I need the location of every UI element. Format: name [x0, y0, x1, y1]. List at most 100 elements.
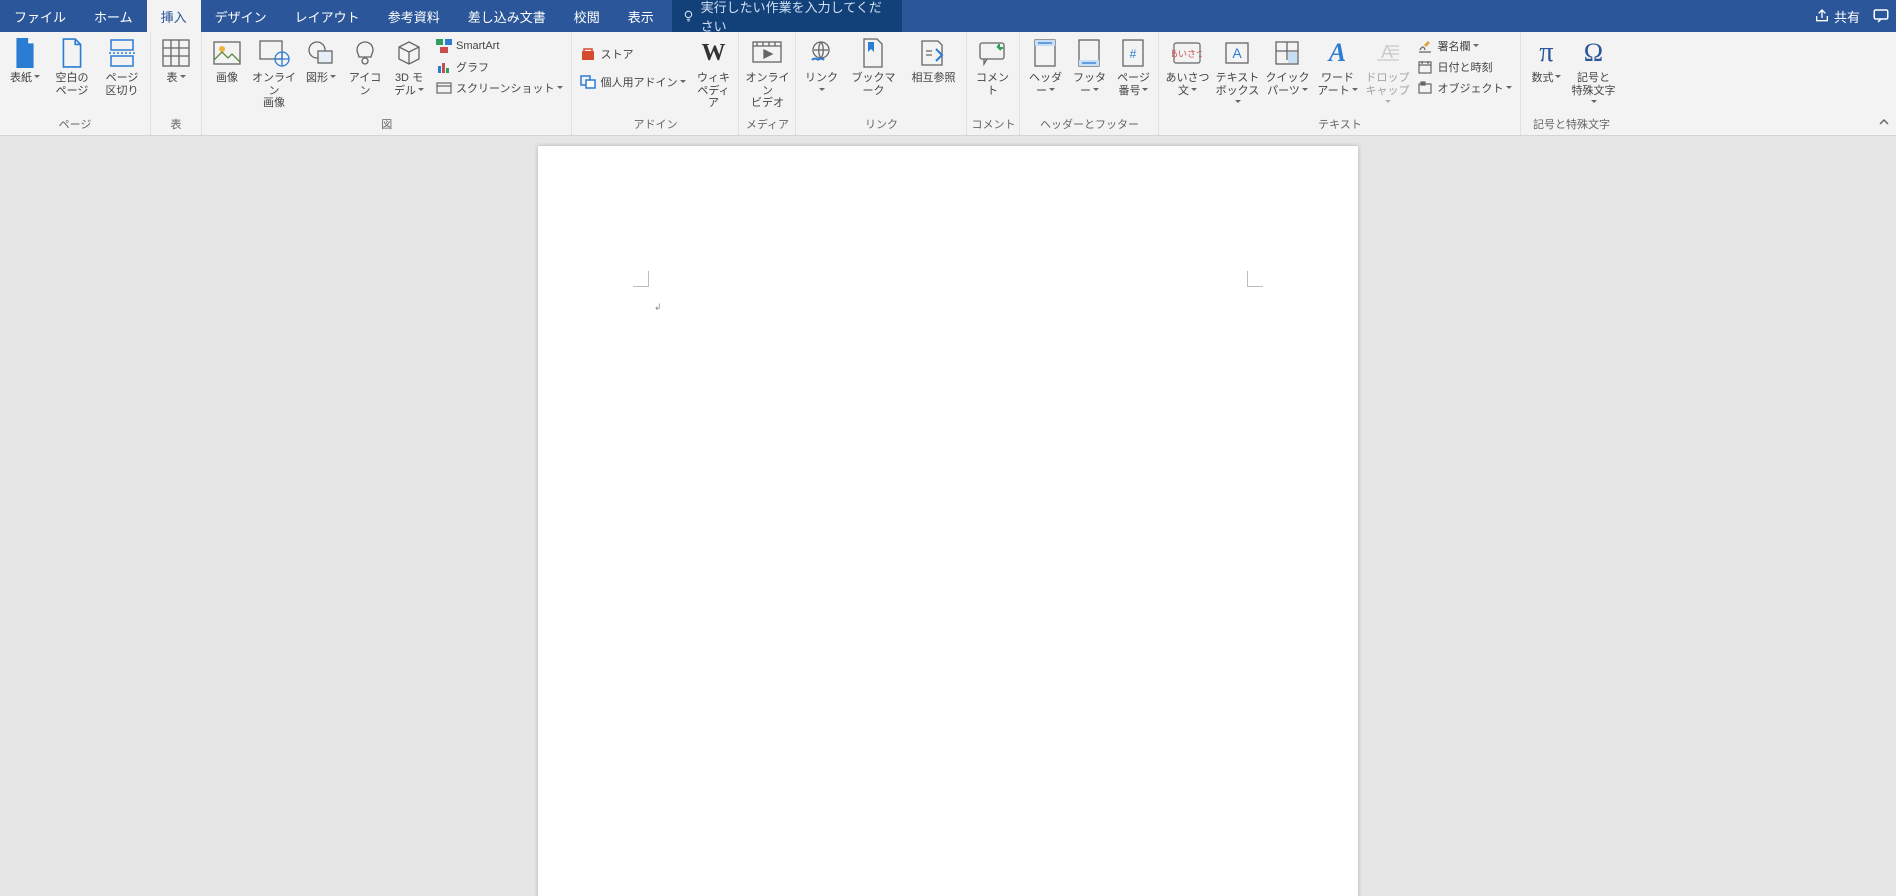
- link-button[interactable]: リンク: [800, 34, 842, 97]
- group-illustrations: 画像 オンライン 画像 図形 アイコン 3D モ デル Smar: [202, 32, 572, 135]
- group-symbols-label: 記号と特殊文字: [1525, 114, 1617, 135]
- crossref-icon: [918, 39, 948, 67]
- icons-button[interactable]: アイコン: [344, 34, 386, 97]
- tab-file[interactable]: ファイル: [0, 0, 80, 32]
- group-text-label: テキスト: [1163, 114, 1516, 135]
- chevron-up-icon: [1878, 116, 1890, 128]
- page-number-button[interactable]: # ページ 番号: [1112, 34, 1154, 97]
- table-button[interactable]: 表: [155, 34, 197, 85]
- video-icon: [751, 40, 783, 66]
- dropcap-button[interactable]: A ドロップ キャップ: [1363, 34, 1411, 110]
- group-header-footer: ヘッダー フッター # ページ 番号 ヘッダーとフッター: [1020, 32, 1159, 135]
- tab-view[interactable]: 表示: [614, 0, 668, 32]
- quickparts-icon: [1273, 39, 1301, 67]
- titlebar-right: 共有: [1814, 0, 1890, 32]
- chart-icon: [437, 60, 451, 74]
- group-comments: コメント コメント: [967, 32, 1020, 135]
- share-button[interactable]: 共有: [1814, 7, 1860, 26]
- tab-design[interactable]: デザイン: [201, 0, 281, 32]
- chart-button[interactable]: グラフ: [432, 57, 567, 77]
- group-headerfooter-label: ヘッダーとフッター: [1024, 114, 1154, 135]
- smartart-button[interactable]: SmartArt: [432, 36, 567, 56]
- tab-home[interactable]: ホーム: [80, 0, 147, 32]
- pictures-button[interactable]: 画像: [206, 34, 248, 85]
- icons-icon: [351, 39, 379, 67]
- document-workspace[interactable]: ↲: [0, 136, 1896, 896]
- my-addins-button[interactable]: 個人用アドイン: [576, 72, 690, 92]
- svg-text:#: #: [1130, 47, 1137, 61]
- blank-page-button[interactable]: 空白の ページ: [48, 34, 96, 97]
- pagenum-icon: #: [1120, 38, 1146, 68]
- bookmark-button[interactable]: ブックマーク: [844, 34, 902, 97]
- comment-icon: [977, 40, 1007, 66]
- cover-page-button[interactable]: 表紙: [4, 34, 46, 85]
- store-icon: [580, 47, 596, 61]
- tab-insert[interactable]: 挿入: [147, 0, 201, 32]
- page-break-button[interactable]: ページ 区切り: [98, 34, 146, 97]
- group-illustrations-label: 図: [206, 114, 567, 135]
- wikipedia-button[interactable]: W ウィキ ペディア: [692, 34, 734, 110]
- date-time-button[interactable]: 日付と時刻: [1413, 57, 1516, 77]
- page-break-icon: [107, 38, 137, 68]
- page-icon: [12, 38, 38, 68]
- wikipedia-icon: W: [701, 40, 725, 67]
- footer-button[interactable]: フッター: [1068, 34, 1110, 97]
- cross-reference-button[interactable]: 相互参照: [904, 34, 962, 85]
- group-comments-label: コメント: [971, 114, 1015, 135]
- picture-online-icon: [258, 39, 290, 67]
- group-tables-label: 表: [155, 114, 197, 135]
- bookmark-icon: [860, 38, 886, 68]
- textbox-button[interactable]: A テキスト ボックス: [1213, 34, 1261, 110]
- collapse-ribbon-button[interactable]: [1878, 116, 1890, 131]
- group-media-label: メディア: [743, 114, 791, 135]
- margin-corner-tr: [1247, 271, 1263, 287]
- link-icon: [806, 40, 836, 66]
- object-button[interactable]: オブジェクト: [1413, 78, 1516, 98]
- signature-line-button[interactable]: 署名欄: [1413, 36, 1516, 56]
- group-pages: 表紙 空白の ページ ページ 区切り ページ: [0, 32, 151, 135]
- svg-text:A: A: [1381, 42, 1393, 62]
- svg-text:あいさつ: あいさつ: [1172, 49, 1202, 59]
- comment-button[interactable]: コメント: [971, 34, 1013, 97]
- tab-layout[interactable]: レイアウト: [281, 0, 374, 32]
- tab-review[interactable]: 校閲: [560, 0, 614, 32]
- group-media: オンライン ビデオ メディア: [739, 32, 796, 135]
- header-button[interactable]: ヘッダー: [1024, 34, 1066, 97]
- tab-references[interactable]: 参考資料: [374, 0, 454, 32]
- greeting-button[interactable]: あいさつ あいさつ 文: [1163, 34, 1211, 97]
- online-video-button[interactable]: オンライン ビデオ: [743, 34, 791, 110]
- footer-icon: [1076, 38, 1102, 68]
- signature-icon: [1418, 39, 1432, 53]
- store-button[interactable]: ストア: [576, 44, 690, 64]
- omega-icon: Ω: [1584, 38, 1603, 68]
- greeting-icon: あいさつ: [1172, 41, 1202, 65]
- group-links-label: リンク: [800, 114, 962, 135]
- calendar-icon: [1418, 60, 1432, 74]
- tab-mailings[interactable]: 差し込み文書: [454, 0, 560, 32]
- tell-me-placeholder: 実行したい作業を入力してください: [701, 0, 892, 35]
- feedback-icon[interactable]: [1872, 7, 1890, 25]
- group-symbols: π 数式 Ω 記号と 特殊文字 記号と特殊文字: [1521, 32, 1621, 135]
- group-addins-label: アドイン: [576, 114, 734, 135]
- screenshot-button[interactable]: スクリーンショット: [432, 78, 567, 98]
- pi-icon: π: [1539, 37, 1553, 69]
- group-text: あいさつ あいさつ 文 A テキスト ボックス クイック パーツ A ワード ア…: [1159, 32, 1521, 135]
- 3d-models-button[interactable]: 3D モ デル: [388, 34, 430, 97]
- screenshot-icon: [436, 82, 452, 94]
- cube-icon: [395, 39, 423, 67]
- share-icon: [1814, 8, 1830, 24]
- shapes-button[interactable]: 図形: [300, 34, 342, 85]
- group-links: リンク ブックマーク 相互参照 リンク: [796, 32, 967, 135]
- symbol-button[interactable]: Ω 記号と 特殊文字: [1569, 34, 1617, 110]
- document-page[interactable]: ↲: [538, 146, 1358, 896]
- ribbon: 表紙 空白の ページ ページ 区切り ページ 表 表 画: [0, 32, 1896, 136]
- addin-icon: [580, 75, 596, 89]
- group-pages-label: ページ: [4, 114, 146, 135]
- tell-me-search[interactable]: 実行したい作業を入力してください: [672, 0, 902, 32]
- wordart-button[interactable]: A ワード アート: [1313, 34, 1361, 97]
- quick-parts-button[interactable]: クイック パーツ: [1263, 34, 1311, 97]
- equation-button[interactable]: π 数式: [1525, 34, 1567, 85]
- online-pictures-button[interactable]: オンライン 画像: [250, 34, 298, 110]
- ribbon-tabs: ファイル ホーム 挿入 デザイン レイアウト 参考資料 差し込み文書 校閲 表示…: [0, 0, 1896, 32]
- table-icon: [161, 38, 191, 68]
